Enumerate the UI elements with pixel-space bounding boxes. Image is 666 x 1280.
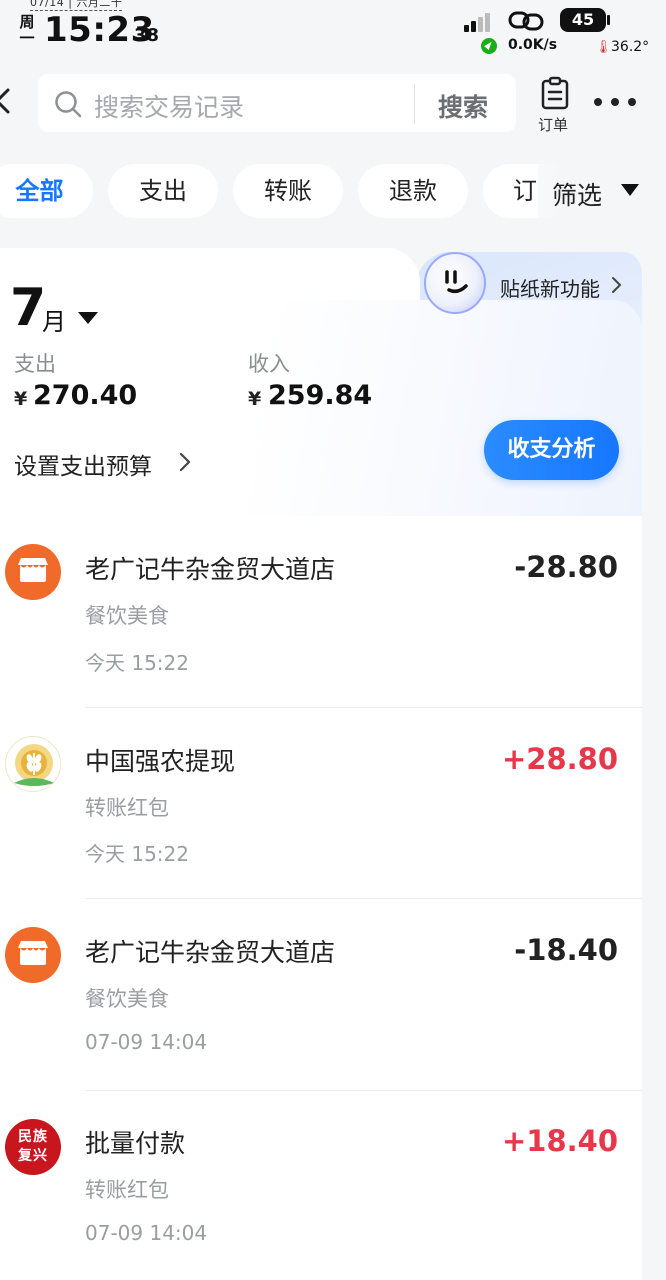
month-number[interactable]: 7 <box>10 278 46 338</box>
status-weekday: 周一 <box>19 13 35 47</box>
transaction-time: 07-09 14:04 <box>85 1221 208 1245</box>
month-unit[interactable]: 月 <box>42 302 66 337</box>
expense-currency: ¥ <box>14 388 28 410</box>
back-icon[interactable] <box>0 88 14 114</box>
income-label: 收入 <box>248 352 290 376</box>
transaction-category: 转账红包 <box>85 796 169 820</box>
tab-all[interactable]: 全部 <box>0 164 93 218</box>
set-budget-link[interactable]: 设置支出预算 <box>14 447 152 481</box>
link-icon <box>508 11 544 31</box>
transaction-amount: -18.40 <box>514 933 618 967</box>
network-icon <box>481 38 497 54</box>
divider <box>85 707 642 708</box>
sticker-face-icon <box>445 270 468 294</box>
net-speed: 0.0K/s <box>508 37 558 53</box>
sticker-feature-link[interactable]: 贴纸新功能 <box>500 273 600 302</box>
transaction-amount: +18.40 <box>501 1124 618 1158</box>
shop-icon <box>5 927 61 983</box>
month-caret-down-icon[interactable] <box>78 312 98 324</box>
transaction-category: 餐饮美食 <box>85 987 169 1011</box>
thermometer-icon: 🌡 <box>595 40 612 55</box>
tab-transfer[interactable]: 转账 <box>233 164 343 218</box>
expense-label: 支出 <box>14 352 56 376</box>
order-label[interactable]: 订单 <box>538 114 568 135</box>
transaction-time: 今天 15:22 <box>85 651 189 675</box>
income-currency: ¥ <box>248 388 262 410</box>
more-icon[interactable] <box>594 98 636 108</box>
expense-total: 270.40 <box>33 380 138 411</box>
transaction-title[interactable]: 批量付款 <box>85 1124 185 1160</box>
minzu-fuxing-seal-icon: 民族 复兴 <box>5 1119 61 1175</box>
transaction-title[interactable]: 老广记牛杂金贸大道店 <box>85 933 335 969</box>
transaction-title[interactable]: 老广记牛杂金贸大道店 <box>85 550 335 586</box>
filter-button[interactable]: 筛选 <box>552 176 602 212</box>
tab-expense[interactable]: 支出 <box>108 164 218 218</box>
divider <box>85 1090 642 1091</box>
income-expense-analysis-button[interactable]: 收支分析 <box>484 420 619 480</box>
chevron-right-icon[interactable] <box>178 451 192 473</box>
transaction-category: 转账红包 <box>85 1178 169 1202</box>
search-button[interactable]: 搜索 <box>438 88 488 124</box>
search-icon <box>55 91 82 118</box>
status-seconds: 38 <box>134 25 160 46</box>
transaction-title[interactable]: 中国强农提现 <box>85 742 235 778</box>
signal-icon <box>464 12 494 32</box>
search-divider <box>414 84 415 124</box>
tab-refund[interactable]: 退款 <box>358 164 468 218</box>
temperature: 36.2° <box>611 39 650 55</box>
transaction-amount: +28.80 <box>501 742 618 776</box>
battery-icon: 45 <box>560 8 610 32</box>
transaction-time: 今天 15:22 <box>85 842 189 866</box>
transaction-amount: -28.80 <box>514 550 618 584</box>
caret-down-icon[interactable] <box>621 184 639 196</box>
shop-icon <box>5 544 61 600</box>
divider <box>85 898 642 899</box>
income-total: 259.84 <box>268 380 373 411</box>
order-icon[interactable] <box>540 76 570 110</box>
search-placeholder: 搜索交易记录 <box>94 93 245 122</box>
chevron-right-icon <box>612 277 621 293</box>
transaction-time: 07-09 14:04 <box>85 1030 208 1054</box>
wheat-icon <box>5 736 61 792</box>
transaction-category: 餐饮美食 <box>85 604 169 628</box>
